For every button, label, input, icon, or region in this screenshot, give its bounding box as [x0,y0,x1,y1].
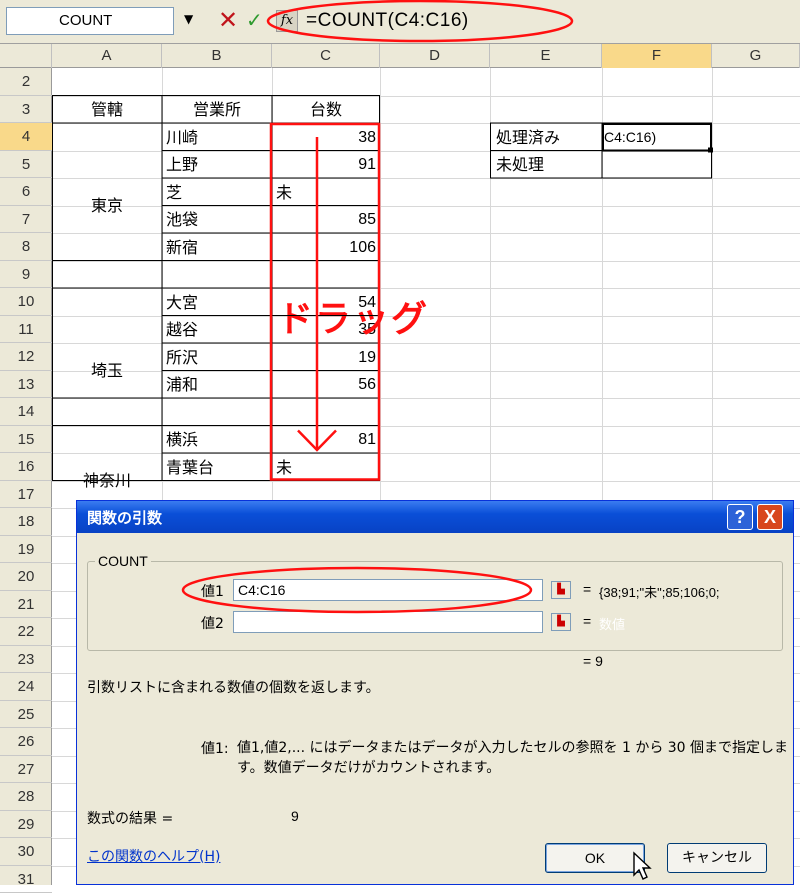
row-header-6[interactable]: 6 [0,178,52,206]
row-header-12[interactable]: 12 [0,343,52,371]
column-header-g[interactable]: G [712,44,800,68]
row-header-bar: 2345678910111213141516171819202122232425… [0,68,52,885]
row-header-17[interactable]: 17 [0,481,52,509]
row-header-11[interactable]: 11 [0,316,52,344]
formula-bar: COUNT ▼ ✕ ✓ fx =COUNT(C4:C16) [0,0,800,44]
row-header-8[interactable]: 8 [0,233,52,261]
row-header-2[interactable]: 2 [0,68,52,96]
row-header-22[interactable]: 22 [0,618,52,646]
row-header-3[interactable]: 3 [0,96,52,124]
arg1-highlight-ellipse [77,501,795,886]
row-header-9[interactable]: 9 [0,261,52,289]
row-header-7[interactable]: 7 [0,206,52,234]
row-header-21[interactable]: 21 [0,591,52,619]
column-header-b[interactable]: B [162,44,272,68]
column-header-e[interactable]: E [490,44,602,68]
row-header-10[interactable]: 10 [0,288,52,316]
row-header-18[interactable]: 18 [0,508,52,536]
formula-highlight-ellipse [0,0,800,44]
row-header-19[interactable]: 19 [0,536,52,564]
column-header-f[interactable]: F [602,44,712,68]
row-header-31[interactable]: 31 [0,866,52,893]
row-header-13[interactable]: 13 [0,371,52,399]
row-header-20[interactable]: 20 [0,563,52,591]
row-header-5[interactable]: 5 [0,151,52,179]
row-header-29[interactable]: 29 [0,811,52,839]
row-header-26[interactable]: 26 [0,728,52,756]
column-header-a[interactable]: A [52,44,162,68]
function-arguments-dialog: 関数の引数 ? X COUNT 値1 C4:C16 ▙ = {38;91;"未"… [76,500,794,885]
column-header-bar: A B C D E F G [0,44,800,68]
row-header-14[interactable]: 14 [0,398,52,426]
column-header-d[interactable]: D [380,44,490,68]
row-header-16[interactable]: 16 [0,453,52,481]
row-header-27[interactable]: 27 [0,756,52,784]
select-all-corner[interactable] [0,44,52,68]
row-header-25[interactable]: 25 [0,701,52,729]
row-header-4[interactable]: 4 [0,123,52,151]
row-header-28[interactable]: 28 [0,783,52,811]
row-header-23[interactable]: 23 [0,646,52,674]
row-header-30[interactable]: 30 [0,838,52,866]
column-header-c[interactable]: C [272,44,380,68]
row-header-15[interactable]: 15 [0,426,52,454]
row-header-24[interactable]: 24 [0,673,52,701]
